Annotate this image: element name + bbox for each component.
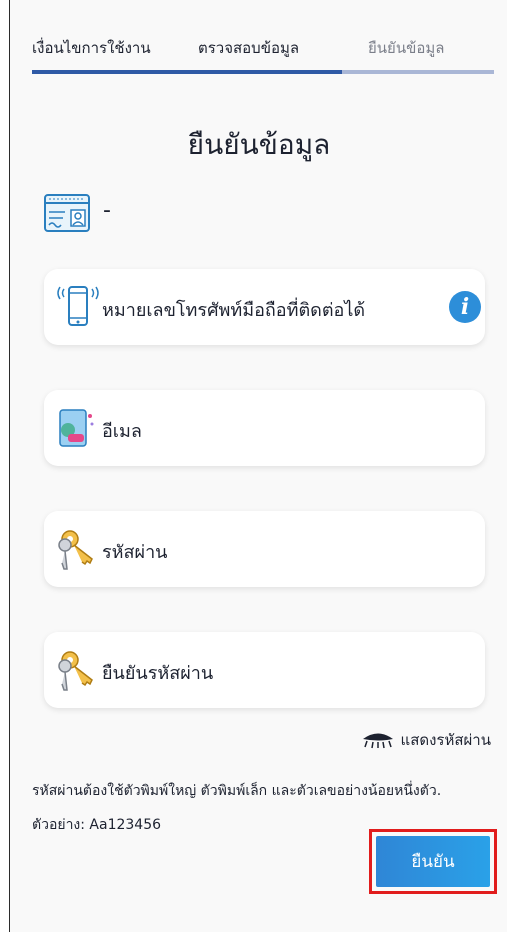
- page-title: ยืนยันข้อมูล: [187, 128, 331, 161]
- confirm-button[interactable]: ยืนยัน: [376, 836, 490, 887]
- email-icon: [59, 409, 94, 447]
- show-password-label: แสดงรหัสผ่าน: [400, 731, 491, 749]
- tab-verify[interactable]: ตรวจสอบข้อมูล: [198, 36, 299, 60]
- show-password-toggle[interactable]: แสดงรหัสผ่าน: [361, 728, 491, 752]
- id-card-value: -: [103, 198, 111, 223]
- phone-field[interactable]: หมายเลขโทรศัพท์มือถือที่ติดต่อได้ i: [44, 269, 485, 345]
- mobile-phone-icon: [57, 286, 99, 326]
- tab-confirm[interactable]: ยืนยันข้อมูล: [368, 36, 444, 60]
- step-tabs: เงื่อนไขการใช้งาน ตรวจสอบข้อมูล ยืนยันข้…: [32, 36, 494, 76]
- eye-closed-icon: [362, 733, 393, 749]
- email-field-label: อีเมล: [102, 421, 142, 442]
- email-field[interactable]: อีเมล: [44, 390, 485, 466]
- tab-terms[interactable]: เงื่อนไขการใช้งาน: [32, 36, 151, 60]
- confirm-password-field-label: ยืนยันรหัสผ่าน: [102, 663, 214, 684]
- confirm-password-field[interactable]: ยืนยันรหัสผ่าน: [44, 632, 485, 708]
- key-icon: [58, 651, 93, 691]
- info-icon[interactable]: i: [449, 291, 481, 323]
- key-icon: [58, 530, 93, 570]
- password-field[interactable]: รหัสผ่าน: [44, 511, 485, 587]
- progress-completed: [32, 70, 342, 74]
- id-card-icon: [44, 194, 90, 232]
- phone-field-label: หมายเลขโทรศัพท์มือถือที่ติดต่อได้: [102, 300, 366, 321]
- progress-remaining: [342, 70, 494, 74]
- app-frame: เงื่อนไขการใช้งาน ตรวจสอบข้อมูล ยืนยันข้…: [9, 0, 507, 932]
- password-field-label: รหัสผ่าน: [102, 542, 168, 563]
